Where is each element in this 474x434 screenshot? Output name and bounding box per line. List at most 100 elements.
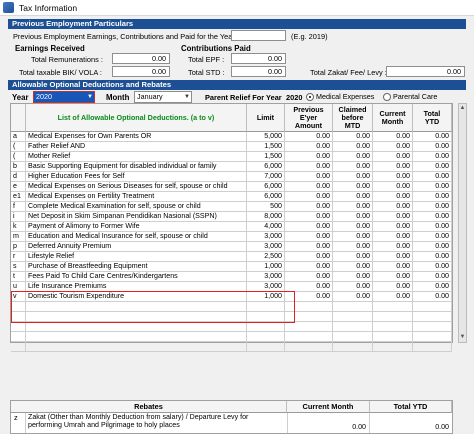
- table-row[interactable]: u Life Insurance Premiums 3,000 0.00 0.00 0.0…: [11, 282, 452, 292]
- total-std-input[interactable]: 0.00: [231, 66, 286, 77]
- table-row[interactable]: i Net Deposit in Skim Simpanan Pendidikan…: [11, 212, 452, 222]
- table-row[interactable]: s Purchase of Breastfeeding Equipment 1,00…: [11, 262, 452, 272]
- row-current-month[interactable]: 0.00: [373, 212, 413, 222]
- month-select[interactable]: January ▼: [134, 91, 192, 103]
- row-claimed[interactable]: 0.00: [333, 192, 373, 202]
- row-previous-amount[interactable]: 0.00: [285, 202, 333, 212]
- row-previous-amount[interactable]: 0.00: [285, 162, 333, 172]
- row-current-month[interactable]: 0.00: [373, 242, 413, 252]
- row-previous-amount[interactable]: 0.00: [285, 292, 333, 302]
- table-row[interactable]: t Fees Paid To Child Care Centres/Kinderg…: [11, 272, 452, 282]
- row-claimed[interactable]: 0.00: [333, 182, 373, 192]
- row-previous-amount[interactable]: 0.00: [285, 152, 333, 162]
- row-current-month[interactable]: 0.00: [373, 282, 413, 292]
- row-previous-amount[interactable]: 0.00: [285, 272, 333, 282]
- total-epf-input[interactable]: 0.00: [231, 53, 286, 64]
- empty-table-row[interactable]: [11, 332, 452, 342]
- table-row[interactable]: f Complete Medical Examination for self, …: [11, 202, 452, 212]
- row-previous-amount[interactable]: 0.00: [285, 222, 333, 232]
- row-claimed[interactable]: 0.00: [333, 152, 373, 162]
- row-code: [11, 322, 26, 332]
- table-row[interactable]: e1 Medical Expenses on Fertility Treatmen…: [11, 192, 452, 202]
- total-bik-input[interactable]: 0.00: [112, 66, 170, 77]
- row-previous-amount[interactable]: 0.00: [285, 132, 333, 142]
- table-row[interactable]: b Basic Supporting Equipment for disabled…: [11, 162, 452, 172]
- row-current-month[interactable]: 0.00: [373, 182, 413, 192]
- total-ytd-column-header: Total YTD: [413, 104, 452, 132]
- row-current-month[interactable]: 0.00: [373, 142, 413, 152]
- row-claimed[interactable]: 0.00: [333, 162, 373, 172]
- row-current-month[interactable]: 0.00: [373, 222, 413, 232]
- deductions-scrollbar[interactable]: ▲ ▼: [458, 103, 467, 343]
- row-claimed[interactable]: 0.00: [333, 142, 373, 152]
- table-row[interactable]: v Domestic Tourism Expenditure 1,000 0.00 0.…: [11, 292, 452, 302]
- table-row[interactable]: d Higher Education Fees for Self 7,000 0.00…: [11, 172, 452, 182]
- row-previous-amount[interactable]: 0.00: [285, 252, 333, 262]
- row-claimed[interactable]: 0.00: [333, 172, 373, 182]
- row-previous-amount[interactable]: 0.00: [285, 192, 333, 202]
- row-previous-amount[interactable]: 0.00: [285, 282, 333, 292]
- table-row[interactable]: k Payment of Alimony to Former Wife 4,000 0…: [11, 222, 452, 232]
- row-previous-amount[interactable]: 0.00: [285, 242, 333, 252]
- row-current-month[interactable]: 0.00: [373, 272, 413, 282]
- previous-year-input[interactable]: [231, 30, 286, 41]
- code-column-header: [11, 104, 26, 132]
- row-claimed[interactable]: 0.00: [333, 132, 373, 142]
- row-previous-amount[interactable]: 0.00: [285, 212, 333, 222]
- row-claimed[interactable]: 0.00: [333, 292, 373, 302]
- row-claimed[interactable]: 0.00: [333, 212, 373, 222]
- row-current-month[interactable]: 0.00: [373, 162, 413, 172]
- row-previous-amount[interactable]: 0.00: [285, 262, 333, 272]
- row-previous-amount[interactable]: 0.00: [285, 232, 333, 242]
- row-description: Fees Paid To Child Care Centres/Kinderga…: [26, 272, 247, 282]
- row-current-month[interactable]: 0.00: [373, 172, 413, 182]
- row-description: [26, 312, 247, 322]
- empty-table-row[interactable]: [11, 342, 452, 352]
- row-claimed[interactable]: 0.00: [333, 232, 373, 242]
- row-current-month[interactable]: 0.00: [373, 152, 413, 162]
- row-claimed[interactable]: 0.00: [333, 282, 373, 292]
- row-previous-amount[interactable]: 0.00: [285, 182, 333, 192]
- row-previous-amount[interactable]: 0.00: [285, 142, 333, 152]
- deductions-header: Allowable Optional Deductions and Rebate…: [8, 80, 466, 90]
- row-total-ytd: 0.00: [413, 252, 452, 262]
- table-row[interactable]: p Deferred Annuity Premium 3,000 0.00 0.00 0.…: [11, 242, 452, 252]
- row-claimed[interactable]: 0.00: [333, 222, 373, 232]
- row-limit: 3,000: [247, 282, 285, 292]
- row-claimed[interactable]: 0.00: [333, 252, 373, 262]
- scroll-up-arrow-icon[interactable]: ▲: [459, 104, 466, 113]
- table-row[interactable]: a Medical Expenses for Own Parents OR 5,00…: [11, 132, 452, 142]
- row-current-month[interactable]: 0.00: [373, 262, 413, 272]
- total-remunerations-input[interactable]: 0.00: [112, 53, 170, 64]
- row-code: f: [11, 202, 26, 212]
- row-claimed[interactable]: 0.00: [333, 262, 373, 272]
- row-previous-amount[interactable]: 0.00: [285, 172, 333, 182]
- rebates-table: Rebates Current Month Total YTD z Zakat …: [10, 400, 453, 434]
- rebate-current-month[interactable]: 0.00: [287, 413, 370, 433]
- empty-table-row[interactable]: [11, 312, 452, 322]
- row-current-month[interactable]: 0.00: [373, 232, 413, 242]
- table-row[interactable]: e Medical Expenses on Serious Diseases fo…: [11, 182, 452, 192]
- radio-medical-expenses[interactable]: Medical Expenses: [306, 92, 374, 101]
- row-code: [11, 332, 26, 342]
- row-current-month[interactable]: 0.00: [373, 132, 413, 142]
- table-row[interactable]: (Mother Relief 1,500 0.00 0.00 0.00 0.00: [11, 152, 452, 162]
- table-row[interactable]: r Lifestyle Relief 2,500 0.00 0.00 0.00 0.00: [11, 252, 452, 262]
- row-previous-amount: [285, 322, 333, 332]
- empty-table-row[interactable]: [11, 322, 452, 332]
- row-claimed[interactable]: 0.00: [333, 242, 373, 252]
- year-select[interactable]: 2020 ▼: [33, 91, 95, 103]
- scroll-down-arrow-icon[interactable]: ▼: [459, 333, 466, 342]
- table-row[interactable]: m Education and Medical Insurance for sel…: [11, 232, 452, 242]
- row-claimed[interactable]: 0.00: [333, 272, 373, 282]
- row-current-month[interactable]: 0.00: [373, 192, 413, 202]
- row-code: b: [11, 162, 26, 172]
- empty-table-row[interactable]: [11, 302, 452, 312]
- row-current-month[interactable]: 0.00: [373, 292, 413, 302]
- row-current-month[interactable]: 0.00: [373, 202, 413, 212]
- row-claimed[interactable]: 0.00: [333, 202, 373, 212]
- total-zakat-input[interactable]: 0.00: [386, 66, 465, 77]
- row-current-month[interactable]: 0.00: [373, 252, 413, 262]
- radio-parental-care[interactable]: Parental Care: [383, 92, 437, 101]
- table-row[interactable]: (Father Relief AND 1,500 0.00 0.00 0.00 0.00: [11, 142, 452, 152]
